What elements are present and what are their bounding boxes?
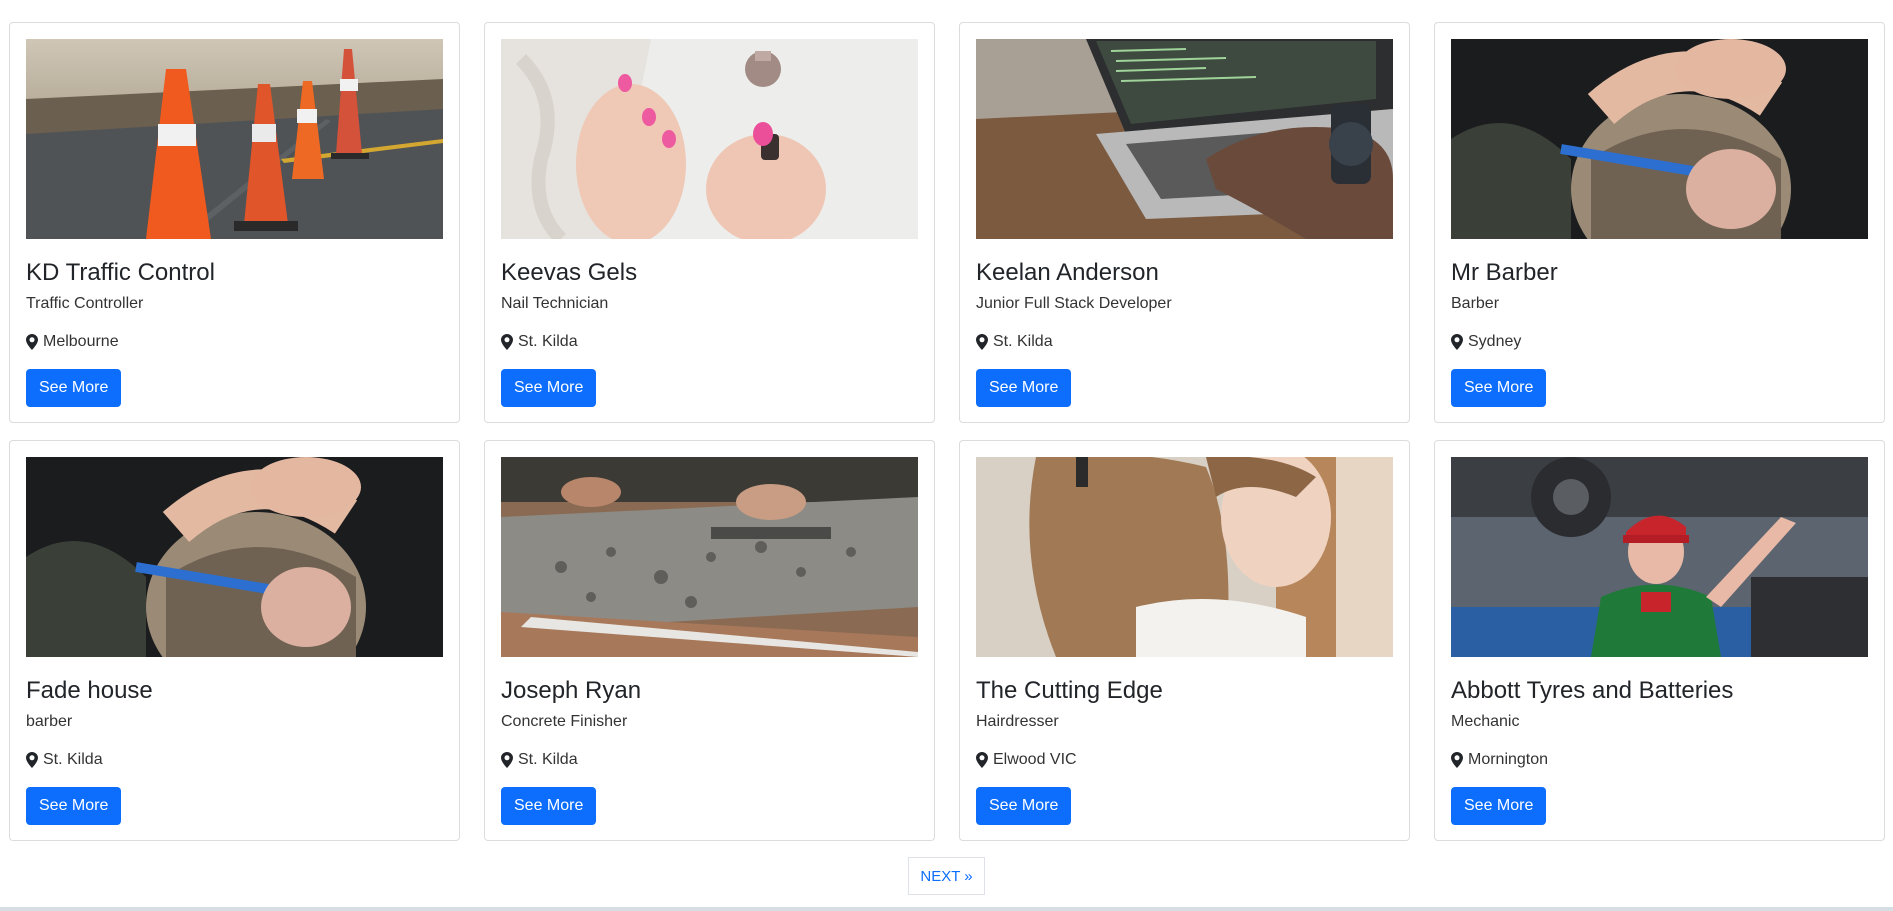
listing-card: KD Traffic Control Traffic Controller Me… xyxy=(9,22,460,423)
map-pin-icon xyxy=(976,334,988,350)
listing-location: St. Kilda xyxy=(501,334,918,350)
page-bottom-border xyxy=(0,907,1893,911)
location-label: Sydney xyxy=(1468,333,1522,350)
listing-occupation: Junior Full Stack Developer xyxy=(976,295,1172,312)
listing-title: The Cutting Edge xyxy=(976,677,1163,704)
see-more-button[interactable]: See More xyxy=(26,787,122,825)
barber-haircut-photo xyxy=(1451,39,1868,239)
location-label: Elwood VIC xyxy=(993,751,1077,768)
listing-occupation: Concrete Finisher xyxy=(501,713,628,730)
see-more-button[interactable]: See More xyxy=(26,369,122,407)
listing-card: Keelan Anderson Junior Full Stack Develo… xyxy=(959,22,1410,423)
see-more-button[interactable]: See More xyxy=(976,369,1072,407)
hairdresser-photo xyxy=(976,457,1393,657)
listings-grid: KD Traffic Control Traffic Controller Me… xyxy=(9,22,1885,841)
listing-location: St. Kilda xyxy=(26,752,443,768)
map-pin-icon xyxy=(26,752,38,768)
listing-card: Fade house barber St. Kilda See More xyxy=(9,440,460,841)
nail-polish-photo xyxy=(501,39,918,239)
map-pin-icon xyxy=(976,752,988,768)
location-label: St. Kilda xyxy=(518,751,578,768)
listing-title: Abbott Tyres and Batteries xyxy=(1451,677,1734,704)
location-label: Mornington xyxy=(1468,751,1549,768)
listing-occupation: Mechanic xyxy=(1451,713,1520,730)
listing-location: Mornington xyxy=(1451,752,1868,768)
listing-location: Melbourne xyxy=(26,334,443,350)
listing-title: Joseph Ryan xyxy=(501,677,642,704)
see-more-button[interactable]: See More xyxy=(1451,787,1547,825)
listing-title: Keelan Anderson xyxy=(976,259,1159,286)
map-pin-icon xyxy=(26,334,38,350)
listing-occupation: Traffic Controller xyxy=(26,295,144,312)
map-pin-icon xyxy=(1451,334,1463,350)
mechanic-photo xyxy=(1451,457,1868,657)
see-more-button[interactable]: See More xyxy=(501,787,597,825)
location-label: Melbourne xyxy=(43,333,119,350)
listing-location: Sydney xyxy=(1451,334,1868,350)
see-more-button[interactable]: See More xyxy=(976,787,1072,825)
listing-title: Fade house xyxy=(26,677,153,704)
map-pin-icon xyxy=(501,752,513,768)
see-more-button[interactable]: See More xyxy=(501,369,597,407)
next-page-link[interactable]: NEXT » xyxy=(908,857,985,895)
listing-title: Keevas Gels xyxy=(501,259,638,286)
see-more-button[interactable]: See More xyxy=(1451,369,1547,407)
map-pin-icon xyxy=(501,334,513,350)
listing-location: Elwood VIC xyxy=(976,752,1393,768)
concrete-work-photo xyxy=(501,457,918,657)
location-label: St. Kilda xyxy=(518,333,578,350)
listing-occupation: barber xyxy=(26,713,73,730)
location-label: St. Kilda xyxy=(43,751,103,768)
listing-card: The Cutting Edge Hairdresser Elwood VIC … xyxy=(959,440,1410,841)
location-label: St. Kilda xyxy=(993,333,1053,350)
listing-occupation: Barber xyxy=(1451,295,1500,312)
listing-title: Mr Barber xyxy=(1451,259,1558,286)
listing-card: Abbott Tyres and Batteries Mechanic Morn… xyxy=(1434,440,1885,841)
listing-occupation: Hairdresser xyxy=(976,713,1059,730)
barber-haircut-photo xyxy=(26,457,443,657)
map-pin-icon xyxy=(1451,752,1463,768)
listing-title: KD Traffic Control xyxy=(26,259,215,286)
traffic-cones-photo xyxy=(26,39,443,239)
listing-location: St. Kilda xyxy=(976,334,1393,350)
listing-occupation: Nail Technician xyxy=(501,295,609,312)
listing-card: Mr Barber Barber Sydney See More xyxy=(1434,22,1885,423)
listing-card: Joseph Ryan Concrete Finisher St. Kilda … xyxy=(484,440,935,841)
laptop-coding-photo xyxy=(976,39,1393,239)
listing-card: Keevas Gels Nail Technician St. Kilda Se… xyxy=(484,22,935,423)
listing-location: St. Kilda xyxy=(501,752,918,768)
